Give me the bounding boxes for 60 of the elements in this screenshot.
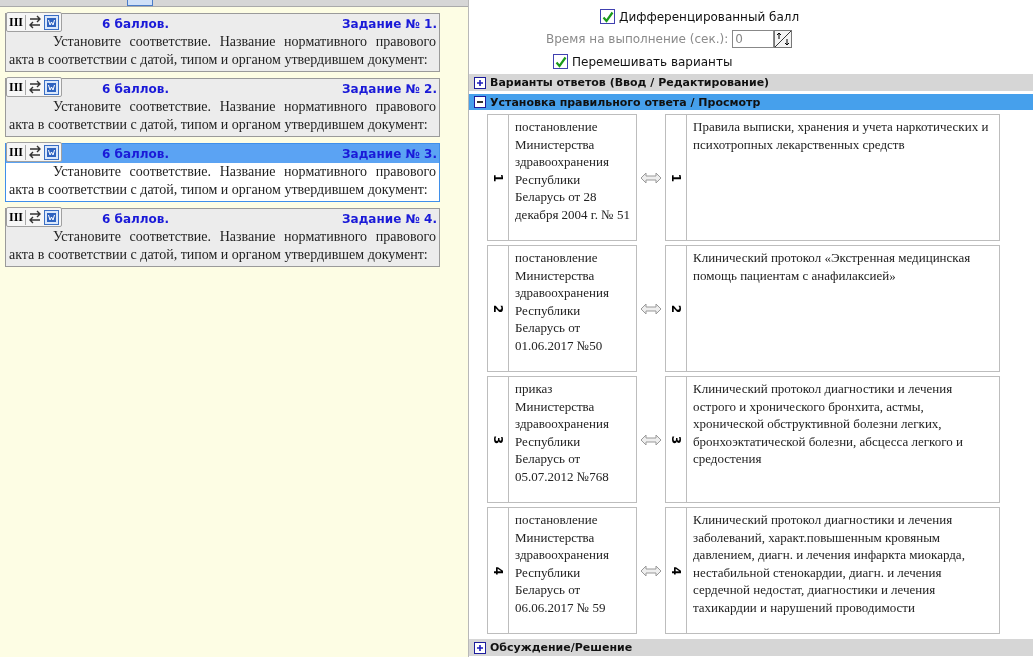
document-icon[interactable] (44, 14, 59, 30)
view-button[interactable]: III (9, 209, 26, 225)
document-icon[interactable] (44, 209, 59, 225)
swap-arrows-icon[interactable] (28, 15, 42, 29)
answer-text: Клинический протокол «Экстренная медицинская помощь пациентам с анафилаксией» (692, 249, 972, 285)
answer-text: Клинический протокол диагностики и лечения заболеваний, характ.повышенным кровяным давлением, диагн. и лечения инфаркта миокарда, нестабильной стенокардии, диагн. и лечения сердечной недостат, диагностики и лечения тахикардии и нарушений проводимости (692, 511, 966, 617)
document-icon[interactable] (44, 144, 59, 160)
double-arrow-icon (640, 433, 662, 446)
answer-text: Клинический протокол диагностики и лечения острого и хронического бронхита, астмы, хронической обструктивной болезни легких, бронхоэктатической болезни, абсцесса легкого и средостения (692, 380, 964, 469)
answer-text: Правила выписки, хранения и учета наркотических и психотропных лекарственных средств (692, 118, 990, 154)
double-arrow-icon (640, 302, 662, 315)
task-title: Задание № 2. (342, 81, 437, 96)
task-text: Установите соответствие. Название нормативного правового акта в соответствии с датой, типом и органом утвердившем документ: (8, 33, 437, 69)
section-header[interactable]: Варианты ответов (Ввод / Редактирование) (469, 74, 1033, 91)
answer-text: постановление Министерства здравоохранения Республики Беларусь от 28 декабря 2004 г. № 51 (514, 118, 631, 224)
task-text: Установите соответствие. Название нормативного правового акта в соответствии с датой, типом и органом утвердившем документ: (8, 163, 437, 199)
task-card[interactable]: III 6 баллов. Задание № 4. Установите соответствие. Название нормативного правового акта в соответствии с датой, типом и органом утвердившем документ: (5, 208, 440, 267)
task-title: Задание № 1. (342, 16, 437, 31)
section-header[interactable]: Обсуждение/Решение (469, 639, 1033, 656)
row-number: 2 (488, 246, 509, 372)
row-number: 3 (488, 377, 509, 503)
swap-arrows-icon[interactable] (28, 145, 42, 159)
task-points: 6 баллов. (102, 146, 169, 161)
view-button[interactable]: III (9, 14, 26, 30)
answer-text: приказ Министерства здравоохранения Республики Беларусь от 05.07.2012 №768 (514, 380, 610, 486)
row-number: 4 (488, 508, 509, 634)
view-button[interactable]: III (9, 144, 26, 160)
row-number: 3 (666, 377, 687, 503)
row-number: 4 (666, 508, 687, 634)
spin-button-icon[interactable] (774, 29, 793, 48)
task-text: Установите соответствие. Название нормативного правового акта в соответствии с датой, типом и органом утвердившем документ: (8, 228, 437, 264)
time-label: Время на выполнение (сек.): (546, 31, 729, 46)
row-number: 1 (666, 115, 687, 241)
time-field[interactable]: 0 (732, 29, 775, 48)
task-text: Установите соответствие. Название нормативного правового акта в соответствии с датой, типом и органом утвердившем документ: (8, 98, 437, 134)
swap-arrows-icon[interactable] (28, 80, 42, 94)
task-card[interactable]: III 6 баллов. Задание № 2. Установите соответствие. Название нормативного правового акта в соответствии с датой, типом и органом утвердившем документ: (5, 78, 440, 137)
double-arrow-icon (640, 171, 662, 184)
task-title: Задание № 4. (342, 211, 437, 226)
document-icon[interactable] (44, 79, 59, 95)
task-points: 6 баллов. (102, 211, 169, 226)
section-header[interactable]: Установка правильного ответа / Просмотр (469, 93, 1033, 111)
collapse-icon[interactable] (474, 96, 486, 109)
double-arrow-icon (640, 564, 662, 577)
expand-icon[interactable] (474, 641, 486, 654)
answer-text: постановление Министерства здравоохранения Республики Беларусь от 06.06.2017 № 59 (514, 511, 610, 617)
expand-icon[interactable] (474, 76, 486, 89)
row-number: 1 (488, 115, 509, 241)
task-card[interactable]: III 6 баллов. Задание № 1. Установите соответствие. Название нормативного правового акта в соответствии с датой, типом и органом утвердившем документ: (5, 13, 440, 72)
task-card[interactable]: III 6 баллов. Задание № 3. Установите соответствие. Название нормативного правового акта в соответствии с датой, типом и органом утвердившем документ: (5, 143, 440, 202)
row-number: 2 (666, 246, 687, 372)
checkbox-label: Перемешивать варианты (572, 54, 733, 69)
checkbox-label: Дифференцированный балл (619, 9, 800, 24)
view-button[interactable]: III (9, 79, 26, 95)
task-points: 6 баллов. (102, 16, 169, 31)
swap-arrows-icon[interactable] (28, 210, 42, 224)
toolbar-icon[interactable] (127, 0, 153, 6)
answer-text: постановление Министерства здравоохранения Республики Беларусь от 01.06.2017 №50 (514, 249, 610, 355)
task-points: 6 баллов. (102, 81, 169, 96)
task-title: Задание № 3. (342, 146, 437, 161)
